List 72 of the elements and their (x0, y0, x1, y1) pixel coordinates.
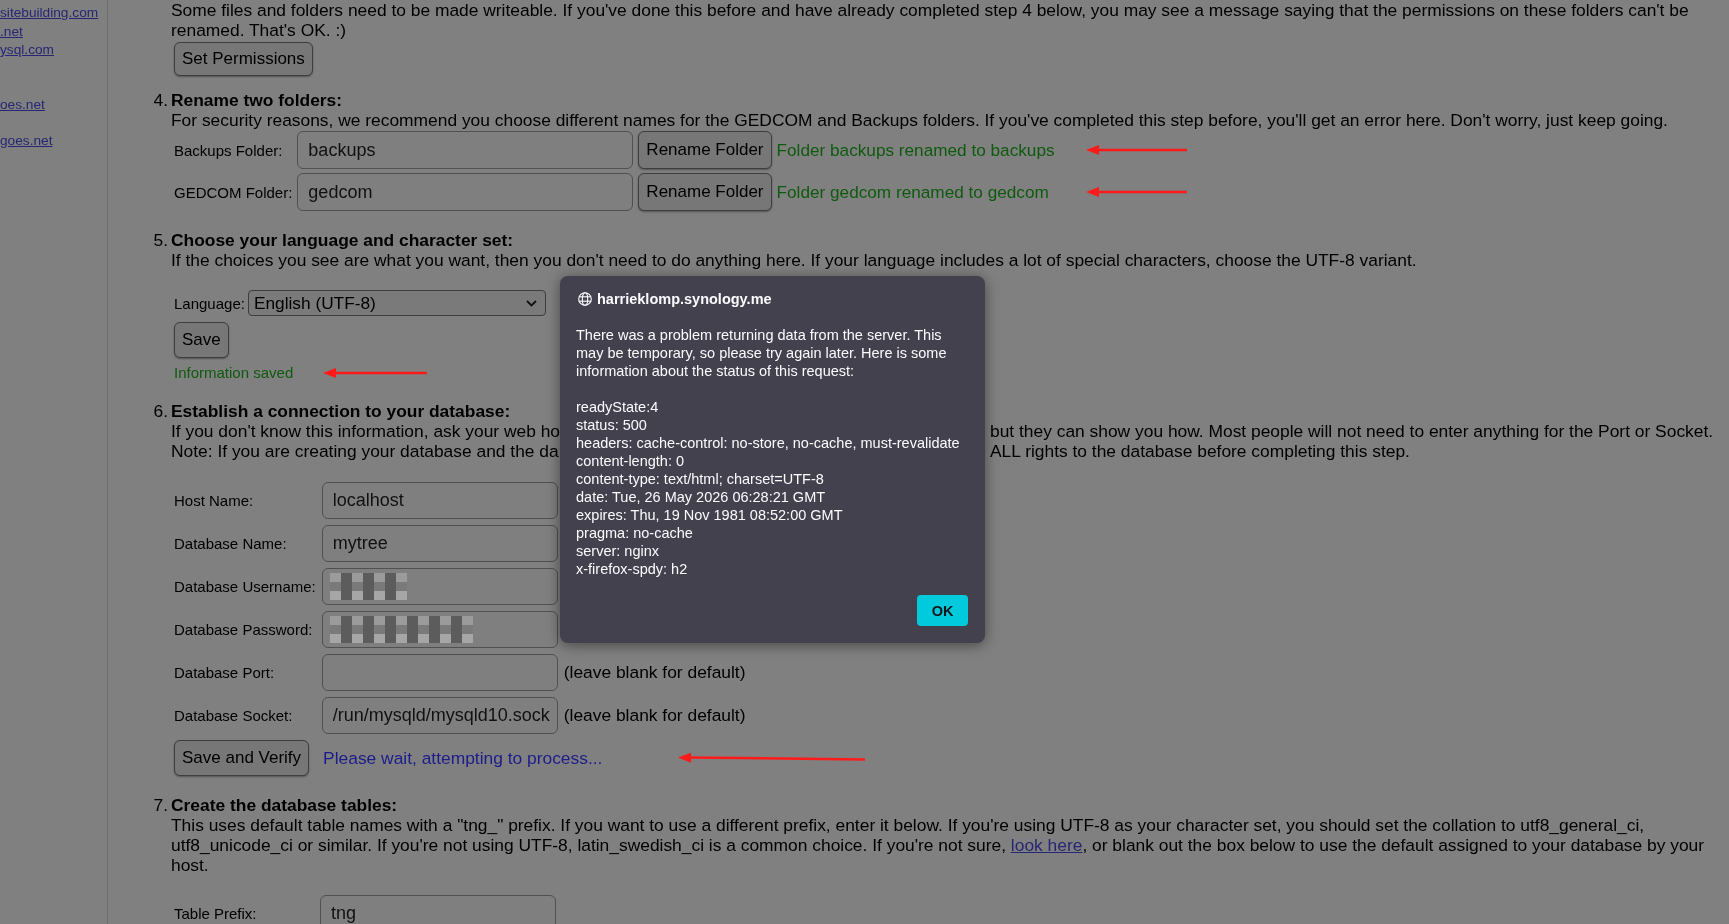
save-button[interactable]: Save (174, 322, 229, 358)
chevron-down-icon (525, 299, 537, 307)
sidebar-link[interactable]: ysql.com (0, 41, 54, 60)
input-field[interactable]: localhost (321, 482, 558, 519)
ok-button[interactable]: OK (917, 595, 968, 626)
set-permissions-button[interactable]: Set Permissions (174, 42, 313, 76)
dialog-detail-line: content-length: 0 (576, 452, 686, 470)
arrow-left-icon (323, 367, 428, 379)
arrow-left-icon (678, 752, 866, 764)
dialog-detail-line: server: nginx (576, 542, 660, 560)
sidebar-link[interactable]: oes.net (0, 95, 45, 114)
dialog-detail-line: content-type: text/html; charset=UTF-8 (576, 470, 825, 488)
arrow-left-icon (1085, 144, 1187, 156)
field-hint: (leave blank for default) (563, 705, 746, 726)
input-field[interactable] (321, 611, 558, 648)
input-field[interactable]: mytree (321, 525, 558, 562)
field-hint: (leave blank for default) (563, 662, 746, 683)
step-description: If the choices you see are what you want, then you don't need to do anything here. If your language includes a lot of special characters, choose the UTF-8 variant. (171, 250, 1417, 270)
sidebar-link[interactable]: sitebuilding.com (0, 4, 99, 23)
dialog-detail-line: readyState:4 (576, 398, 660, 416)
field-label: Backups Folder: (174, 141, 284, 159)
step-number: 7. (152, 795, 169, 817)
field-label: Host Name: (174, 492, 255, 509)
look-here-link[interactable]: look here (1010, 835, 1083, 855)
input-field[interactable]: /run/mysqld/mysqld10.sock (321, 697, 558, 734)
step-number: 5. (152, 230, 169, 252)
input-field[interactable]: gedcom (297, 173, 634, 211)
dialog-detail-line: expires: Thu, 19 Nov 1981 08:52:00 GMT (576, 506, 844, 524)
step-title: Create the database tables: (171, 795, 398, 815)
field-label: Database Socket: (174, 707, 294, 724)
field-label: Database Username: (174, 578, 316, 595)
field-label: Language: (174, 294, 245, 312)
description-fragment: ALL rights to the database before completing this step. (990, 441, 1410, 461)
intro-text: Some files and folders need to be made writeable. If you've done this before and have already completed step 4 below, you may see a message saying that the permissions on these folders can't be renamed. That's OK. :) (171, 0, 1690, 40)
input-field[interactable]: backups (297, 131, 634, 169)
step-title: Establish a connection to your database: (171, 401, 511, 421)
description-fragment: Note: If you are creating your database and the da (171, 441, 559, 461)
field-label: Table Prefix: (174, 905, 258, 922)
field-label: GEDCOM Folder: (174, 183, 293, 201)
status-message: Folder backups renamed to backups (776, 139, 1055, 161)
field-label: Database Password: (174, 621, 314, 638)
step-description: This uses default table names with a "tng_" prefix. If you want to use a different prefix, enter it below. If you're using UTF-8 as your character set, you should set the collation to utf8_general_ci, utf8_unicode_ci or similar. If you're not using UTF-8, latin_swedish_ci is a common choice. If you're not sure, look here, or blank out the box below to use the default assigned to your database by your host. (171, 815, 1706, 875)
dialog-message: There was a problem returning data from the server. This may be temporary, so please try again later. Here is some information about the status of this request: (576, 326, 948, 380)
description-fragment: If you don't know this information, ask your web ho (171, 421, 560, 441)
input-field[interactable] (321, 568, 558, 605)
field-label: Database Name: (174, 535, 288, 552)
dialog-detail-line: headers: cache-control: no-store, no-cache, must-revalidate (576, 434, 961, 452)
rename-folder-button[interactable]: Rename Folder (638, 173, 772, 211)
dialog-detail-line: date: Tue, 26 May 2026 06:28:21 GMT (576, 488, 827, 506)
status-message: Folder gedcom renamed to gedcom (776, 181, 1050, 203)
description-fragment: but they can show you how. Most people will not need to enter anything for the Port or Socket. (990, 421, 1714, 441)
input-field[interactable]: tng (320, 895, 556, 924)
dialog-detail-line: x-firefox-spdy: h2 (576, 560, 689, 578)
globe-icon (578, 292, 592, 306)
step-title: Choose your language and character set: (171, 230, 514, 250)
arrow-left-icon (1085, 186, 1187, 198)
field-label: Database Port: (174, 664, 276, 681)
save-and-verify-button[interactable]: Save and Verify (174, 740, 310, 776)
step-number: 4. (152, 90, 169, 112)
sidebar-link[interactable]: .net (0, 22, 23, 41)
sidebar-link[interactable]: goes.net (0, 132, 53, 151)
step-number: 6. (152, 401, 169, 423)
dialog-title: harrieklomp.synology.me (597, 290, 772, 308)
status-message: Please wait, attempting to process... (323, 747, 603, 769)
input-field[interactable] (321, 654, 558, 691)
step-description: For security reasons, we recommend you choose different names for the GEDCOM and Backups folders. If you've completed this step before, you'll get an error here. Don't worry, just keep going. (171, 110, 1668, 130)
rename-folder-button[interactable]: Rename Folder (638, 131, 772, 169)
status-message: Information saved (174, 364, 294, 382)
step-title: Rename two folders: (171, 90, 343, 110)
dialog-detail-line: status: 500 (576, 416, 648, 434)
dialog-detail-line: pragma: no-cache (576, 524, 694, 542)
language-select[interactable]: English (UTF-8) (247, 290, 546, 316)
